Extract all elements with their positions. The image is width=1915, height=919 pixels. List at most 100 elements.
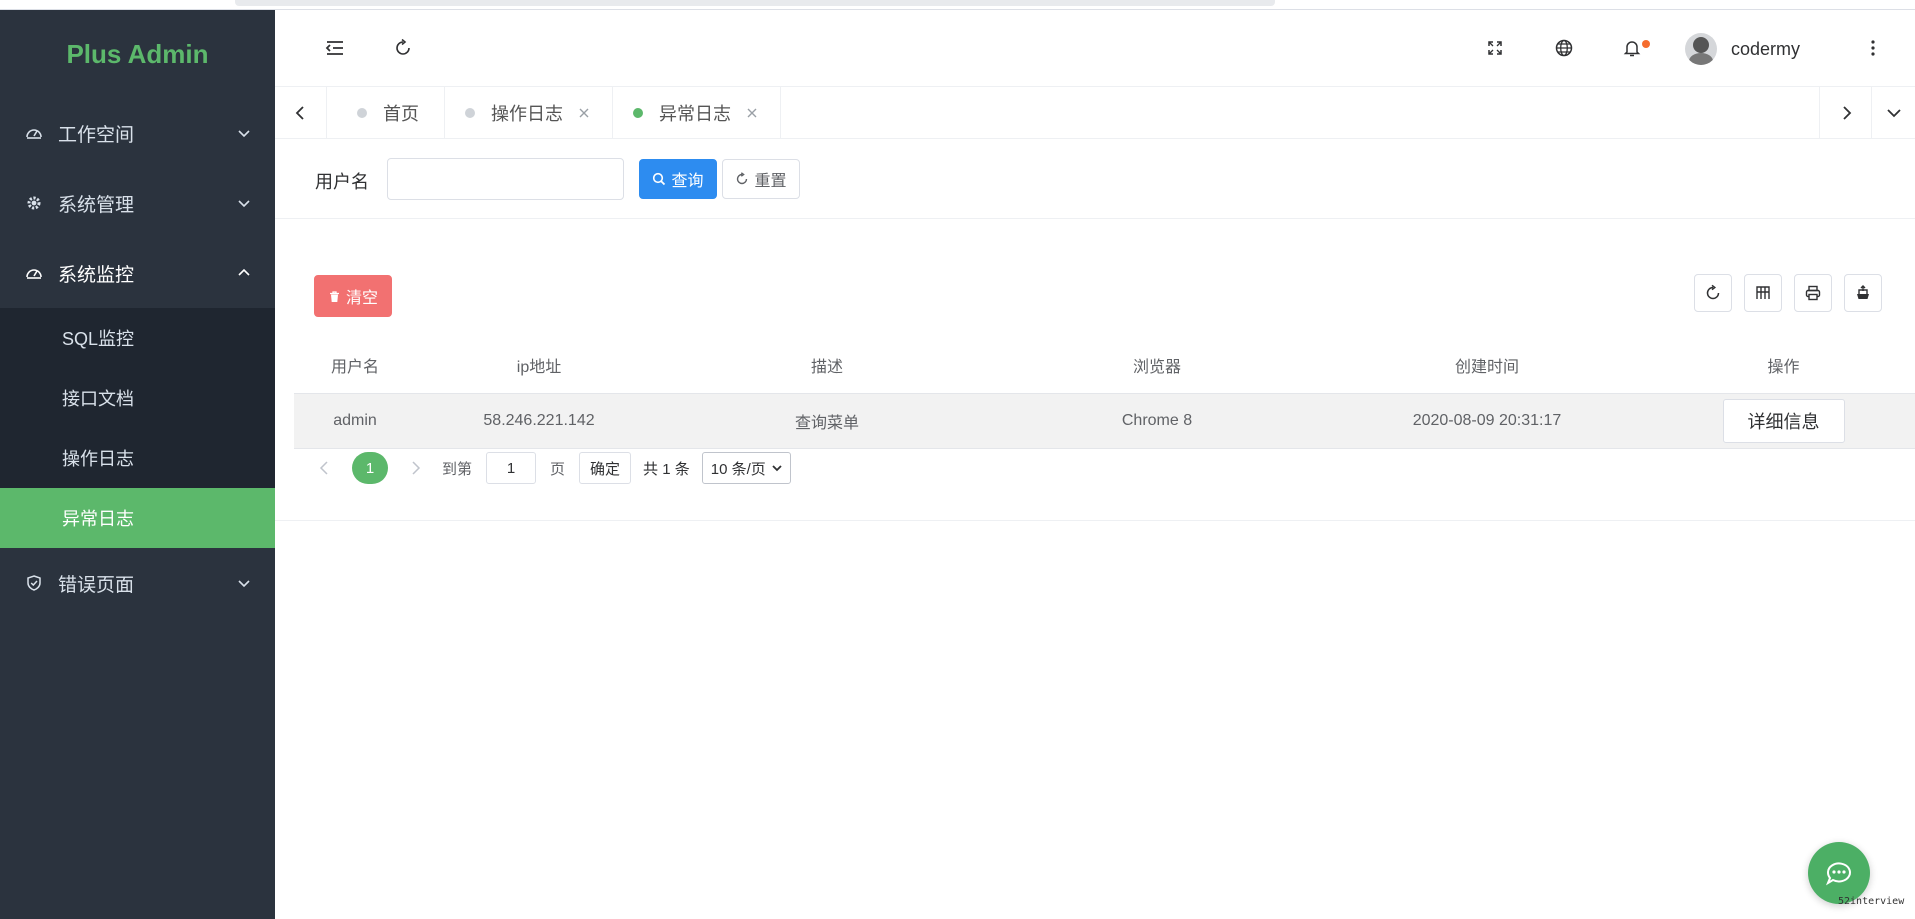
dashboard-icon	[24, 263, 44, 283]
fullscreen-icon[interactable]	[1483, 36, 1507, 60]
cell-description: 查询菜单	[794, 415, 859, 432]
jump-prefix-label: 到第	[442, 460, 473, 478]
prev-page-icon[interactable]	[314, 460, 334, 476]
detail-info-button[interactable]: 详细信息	[1722, 399, 1845, 443]
column-header-created-time: 创建时间	[1454, 359, 1519, 376]
sidebar-item-operation-log[interactable]: 操作日志	[0, 428, 275, 488]
username: codermy	[1731, 38, 1801, 59]
refresh-icon	[735, 172, 749, 186]
table-refresh-button[interactable]	[1694, 274, 1732, 312]
menu-fold-icon[interactable]	[323, 36, 347, 60]
sidebar: Plus Admin 工作空间 系统管理 系统监控 SQL监控 接口文档 操作日…	[0, 10, 275, 919]
column-header-browser: 浏览器	[1132, 359, 1181, 376]
cell-username: admin	[333, 412, 377, 429]
search-icon	[652, 172, 666, 186]
next-page-icon[interactable]	[406, 460, 426, 476]
tabs-scroll-right-icon[interactable]	[1819, 87, 1871, 139]
tabs-scroll-left-icon[interactable]	[275, 87, 327, 139]
app-logo: Plus Admin	[66, 38, 209, 69]
close-icon[interactable]	[577, 106, 591, 120]
tab-status-dot	[633, 108, 643, 118]
print-icon	[1805, 285, 1821, 301]
query-button-label: 查询	[671, 173, 704, 190]
sidebar-item-api-docs[interactable]: 接口文档	[0, 368, 275, 428]
main-content: 用户名 查询 重置 清空 用户名 ip地址 描述 浏览器 创建时间 操作 adm…	[275, 139, 1915, 919]
query-button[interactable]: 查询	[639, 159, 717, 199]
dashboard-icon	[24, 123, 44, 143]
sidebar-item-label: 系统管理	[58, 194, 135, 216]
chevron-up-icon	[235, 264, 253, 282]
reset-button-label: 重置	[754, 173, 787, 190]
chevron-down-icon	[235, 194, 253, 212]
notification-dot	[1642, 40, 1650, 48]
sidebar-item-workspace[interactable]: 工作空间	[0, 98, 275, 168]
sidebar-item-error-pages[interactable]: 错误页面	[0, 548, 275, 618]
sidebar-item-label: 系统监控	[58, 264, 135, 286]
watermark: 52interview	[1838, 896, 1905, 907]
username-search-input[interactable]	[387, 158, 624, 200]
sidebar-item-system-monitor[interactable]: 系统监控	[0, 238, 275, 308]
cell-created-time: 2020-08-09 20:31:17	[1412, 412, 1562, 429]
reset-button[interactable]: 重置	[722, 159, 800, 199]
column-settings-button[interactable]	[1744, 274, 1782, 312]
column-header-ip: ip地址	[516, 359, 562, 376]
gear-icon	[24, 193, 44, 213]
bell-icon[interactable]	[1620, 36, 1644, 60]
tabs-dropdown-icon[interactable]	[1871, 87, 1915, 139]
avatar	[1685, 33, 1717, 65]
browser-top-strip	[0, 0, 1915, 10]
content-divider	[275, 520, 1915, 521]
jump-page-input[interactable]: 1	[486, 452, 537, 484]
refresh-icon[interactable]	[391, 36, 415, 60]
sidebar-item-exception-log[interactable]: 异常日志	[0, 488, 275, 548]
sidebar-item-label: 错误页面	[58, 574, 135, 596]
tab-exception-log[interactable]: 异常日志	[613, 87, 781, 139]
export-button[interactable]	[1844, 274, 1882, 312]
page-size-select[interactable]: 10 条/页	[701, 452, 791, 484]
cell-ip: 58.246.221.142	[483, 412, 595, 429]
globe-icon[interactable]	[1552, 36, 1576, 60]
user-menu[interactable]: codermy	[1685, 32, 1800, 66]
table-row: admin 58.246.221.142 查询菜单 Chrome 8 2020-…	[294, 393, 1915, 449]
chevron-down-icon	[235, 124, 253, 142]
pagination: 1 到第 1 页 确定 共 1 条 10 条/页	[314, 451, 791, 485]
export-icon	[1857, 285, 1869, 299]
submenu-system-monitor: SQL监控 接口文档 操作日志 异常日志	[0, 308, 275, 548]
cell-browser: Chrome 8	[1121, 412, 1193, 429]
tab-status-dot	[357, 108, 367, 118]
trash-icon	[328, 290, 341, 303]
sidebar-item-sql-monitor[interactable]: SQL监控	[0, 308, 275, 368]
sidebar-item-label: 工作空间	[58, 124, 135, 146]
clear-button[interactable]: 清空	[314, 275, 392, 317]
tab-label: 首页	[383, 104, 419, 124]
page-size-value: 10 条/页	[710, 460, 766, 478]
print-button[interactable]	[1794, 274, 1832, 312]
browser-address-area	[235, 0, 1275, 6]
tab-status-dot	[465, 108, 475, 118]
jump-suffix-label: 页	[550, 460, 566, 478]
tab-label: 异常日志	[659, 104, 731, 124]
search-form: 用户名 查询 重置	[275, 139, 1915, 219]
page-number-current[interactable]: 1	[352, 452, 388, 484]
shield-icon	[24, 573, 44, 593]
search-username-label: 用户名	[315, 172, 369, 192]
chevron-down-icon	[770, 461, 784, 475]
clear-button-label: 清空	[345, 290, 378, 307]
sidebar-item-system-management[interactable]: 系统管理	[0, 168, 275, 238]
cell-action: 详细信息	[1652, 399, 1915, 443]
refresh-icon	[1706, 284, 1720, 300]
top-header: codermy	[275, 10, 1915, 87]
table-header: 用户名 ip地址 描述 浏览器 创建时间 操作	[294, 337, 1915, 393]
tab-operation-log[interactable]: 操作日志	[445, 87, 613, 139]
close-icon[interactable]	[745, 106, 759, 120]
chat-icon	[1825, 862, 1851, 886]
tab-home[interactable]: 首页	[327, 87, 445, 139]
column-header-action: 操作	[1767, 359, 1800, 376]
more-vertical-icon[interactable]	[1861, 36, 1885, 60]
tab-label: 操作日志	[491, 104, 563, 124]
exception-log-table: 用户名 ip地址 描述 浏览器 创建时间 操作 admin 58.246.221…	[294, 337, 1915, 449]
chat-float-button[interactable]	[1808, 842, 1870, 904]
column-header-username: 用户名	[330, 359, 379, 376]
jump-confirm-button[interactable]: 确定	[579, 452, 632, 484]
tabs-bar: 首页 操作日志 异常日志	[275, 87, 1915, 139]
